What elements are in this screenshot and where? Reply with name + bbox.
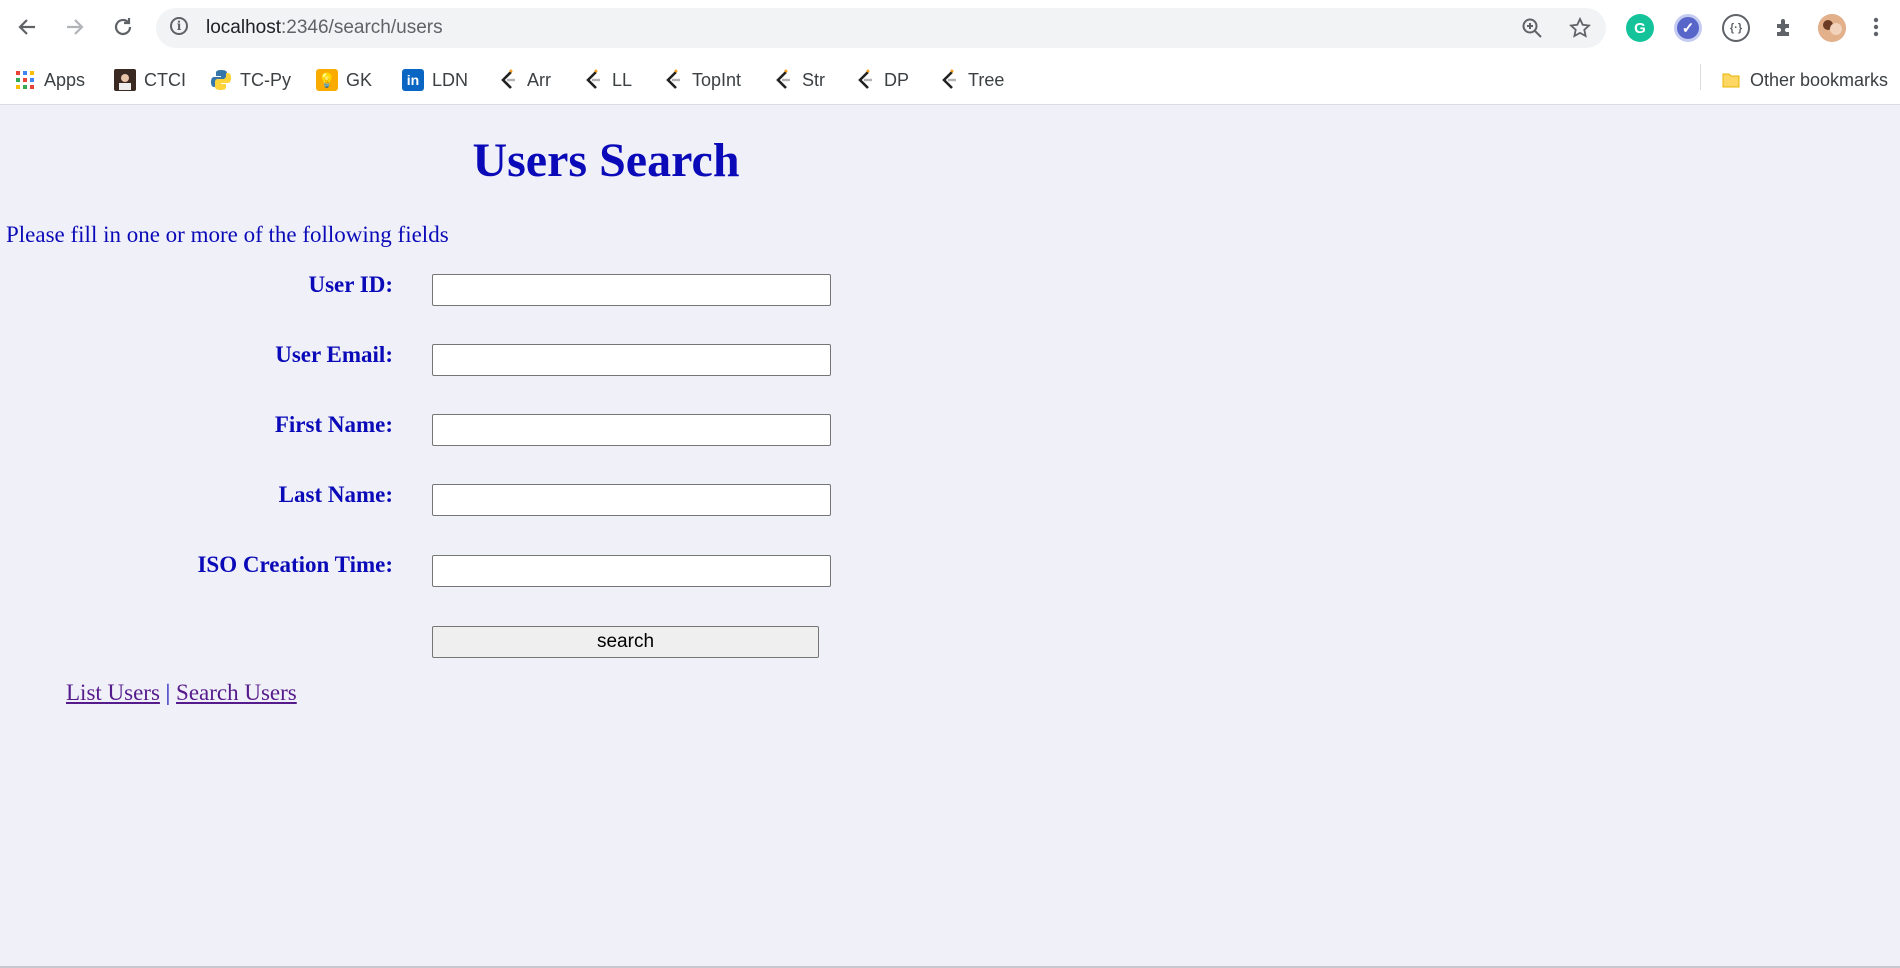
last-name-label: Last Name: <box>278 482 393 507</box>
bookmark-label: DP <box>884 69 910 90</box>
page-title: Users Search <box>472 134 740 187</box>
iso-creation-time-label: ISO Creation Time: <box>197 552 393 577</box>
bookmarks-bar: Apps CTCI TC-Py 💡 GK in LDN Arr LL TopIn… <box>0 56 1900 105</box>
user-id-label: User ID: <box>308 272 393 297</box>
bookmark-ldn[interactable]: in LDN <box>402 66 468 94</box>
bookmark-label: CTCI <box>144 69 186 90</box>
bookmark-ll[interactable]: LL <box>582 66 632 94</box>
other-bookmarks[interactable]: Other bookmarks <box>1720 66 1888 94</box>
linkedin-icon: in <box>402 69 424 91</box>
bookmark-gk[interactable]: 💡 GK <box>316 66 372 94</box>
list-users-link[interactable]: List Users <box>66 680 160 705</box>
form-instructions: Please fill in one or more of the follow… <box>6 222 449 247</box>
bookmark-label: LL <box>612 69 633 90</box>
bookmark-apps[interactable]: Apps <box>14 66 85 94</box>
avatar-photo-icon <box>114 69 136 91</box>
checkmark-extension-icon[interactable]: ✓ <box>1674 14 1702 42</box>
leetcode-icon <box>582 69 604 91</box>
user-email-input[interactable] <box>432 344 831 376</box>
bookmark-label: TopInt <box>692 69 742 90</box>
zoom-icon[interactable] <box>1518 14 1546 42</box>
leetcode-icon <box>938 69 960 91</box>
bookmark-tree[interactable]: Tree <box>938 66 1004 94</box>
bookmark-label: TC-Py <box>240 69 291 90</box>
forward-arrow-icon[interactable] <box>60 12 90 42</box>
back-arrow-icon[interactable] <box>12 12 42 42</box>
bookmark-label: GK <box>346 69 373 90</box>
search-users-link[interactable]: Search Users <box>176 680 297 705</box>
lightbulb-icon: 💡 <box>316 69 338 91</box>
grammarly-extension-icon[interactable]: G <box>1626 14 1654 42</box>
footer-links: List Users | Search Users <box>66 680 297 706</box>
bookmark-label: Str <box>802 69 826 90</box>
iso-creation-time-input[interactable] <box>432 555 831 587</box>
python-icon <box>210 69 232 91</box>
url-text: localhost:2346/search/users <box>206 17 443 38</box>
link-separator: | <box>165 680 171 705</box>
browser-menu-icon[interactable] <box>1866 12 1886 42</box>
browser-toolbar: i localhost:2346/search/users G ✓ {·} <box>0 0 1900 56</box>
leetcode-icon <box>497 69 519 91</box>
leetcode-icon <box>662 69 684 91</box>
reload-icon[interactable] <box>108 12 138 42</box>
other-bookmarks-label: Other bookmarks <box>1750 69 1889 90</box>
bookmark-label: LDN <box>432 69 469 90</box>
json-extension-icon[interactable]: {·} <box>1722 14 1750 42</box>
leetcode-icon <box>854 69 876 91</box>
page-content: Users Search Please fill in one or more … <box>0 105 1900 968</box>
bookmark-label: Tree <box>968 69 1005 90</box>
apps-grid-icon <box>14 69 36 91</box>
bookmark-star-icon[interactable] <box>1566 14 1594 42</box>
bookmark-label: Arr <box>527 69 551 90</box>
bookmark-arr[interactable]: Arr <box>497 66 551 94</box>
address-bar[interactable]: i localhost:2346/search/users <box>156 8 1606 48</box>
user-email-label: User Email: <box>275 342 393 367</box>
site-info-icon[interactable]: i <box>170 17 188 35</box>
first-name-label: First Name: <box>274 412 393 437</box>
bookmarks-separator <box>1700 64 1701 90</box>
bookmark-str[interactable]: Str <box>772 66 825 94</box>
bookmark-topint[interactable]: TopInt <box>662 66 741 94</box>
leetcode-icon <box>772 69 794 91</box>
extensions-puzzle-icon[interactable] <box>1770 14 1798 42</box>
first-name-input[interactable] <box>432 414 831 446</box>
search-button[interactable]: search <box>432 626 819 658</box>
profile-avatar-icon[interactable] <box>1818 14 1846 42</box>
folder-icon <box>1720 69 1742 91</box>
bookmark-ctci[interactable]: CTCI <box>114 66 186 94</box>
bookmark-label: Apps <box>44 69 86 90</box>
last-name-input[interactable] <box>432 484 831 516</box>
user-id-input[interactable] <box>432 274 831 306</box>
bookmark-tc-py[interactable]: TC-Py <box>210 66 291 94</box>
bookmark-dp[interactable]: DP <box>854 66 909 94</box>
